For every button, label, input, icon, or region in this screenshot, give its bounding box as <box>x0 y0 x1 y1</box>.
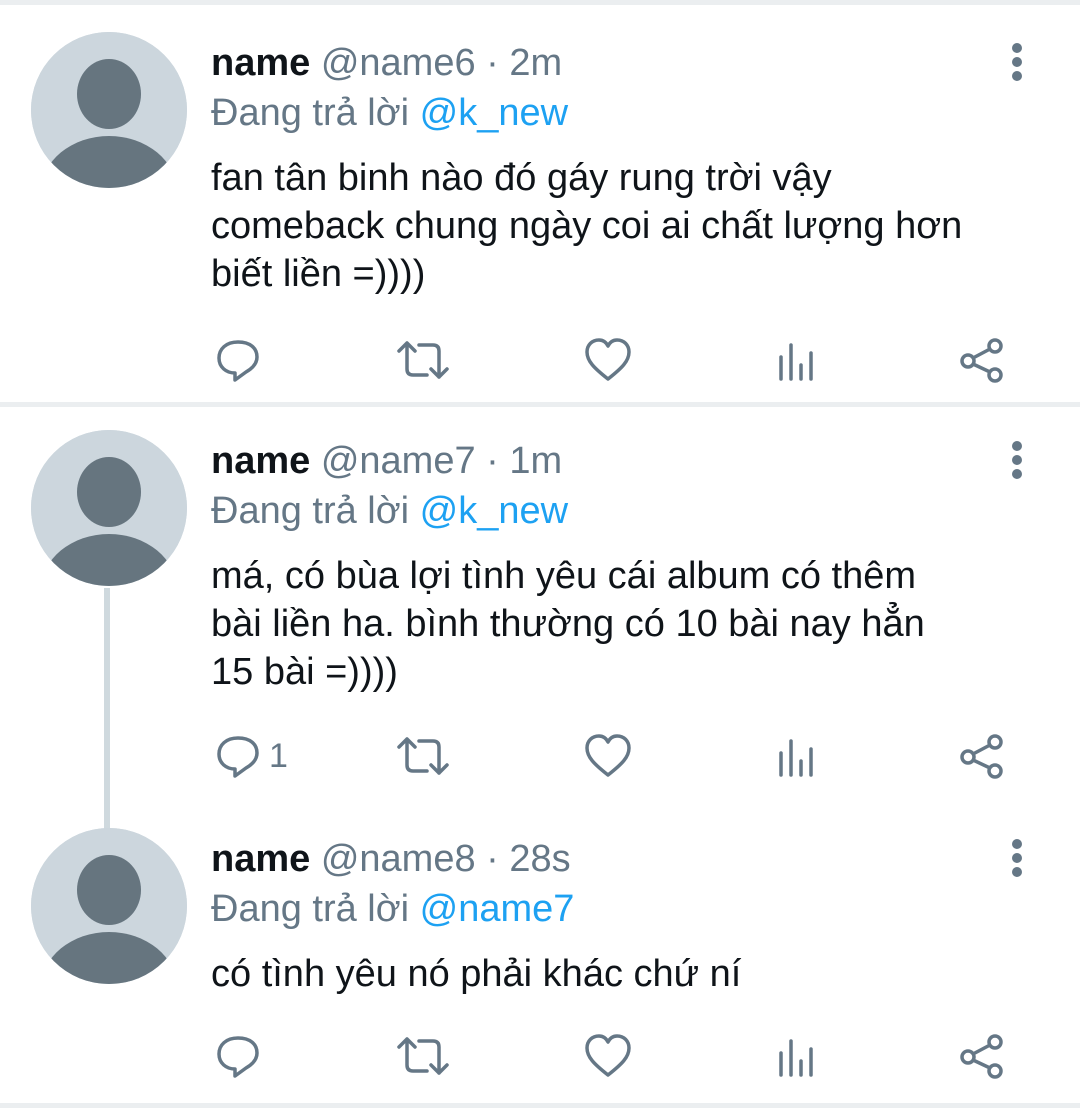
reply-button[interactable]: 1 <box>215 730 288 782</box>
share-icon <box>960 1034 1003 1079</box>
timestamp[interactable]: · 28s <box>486 838 570 880</box>
reply-prefix: Đang trả lời <box>211 888 410 930</box>
analytics-button[interactable] <box>776 1030 816 1082</box>
reply-icon <box>217 1036 259 1078</box>
reply-context: Đang trả lời @name7 <box>211 886 574 932</box>
timestamp[interactable]: · 1m <box>486 440 562 482</box>
avatar[interactable] <box>31 32 187 188</box>
retweet-button[interactable] <box>397 730 449 782</box>
reply-button[interactable] <box>215 1030 269 1082</box>
author-handle[interactable]: @name7 <box>321 440 476 482</box>
tweet-text-line: comeback chung ngày coi ai chất lượng hơ… <box>211 205 963 247</box>
tweet-text-line: 15 bài =)))) <box>211 651 398 693</box>
reply-mention[interactable]: @name7 <box>420 888 575 930</box>
author-name[interactable]: name <box>211 838 310 880</box>
reply-prefix: Đang trả lời <box>211 92 410 134</box>
tweet-text-line: fan tân binh nào đó gáy rung trời vậy <box>211 157 832 199</box>
heart-icon <box>585 338 631 381</box>
reply-icon <box>217 736 259 778</box>
retweet-icon <box>397 341 449 379</box>
share-icon <box>960 734 1003 779</box>
retweet-button[interactable] <box>397 334 449 386</box>
more-options-button[interactable] <box>1000 438 1034 482</box>
tweet-item[interactable]: name @name8 · 28s Đang trả lời @name7 có… <box>0 798 1080 1108</box>
reply-icon <box>217 340 259 382</box>
like-button[interactable] <box>584 1030 632 1082</box>
more-vertical-icon <box>1012 441 1022 479</box>
tweet-header: name @name6 · 2m <box>211 40 562 86</box>
author-name[interactable]: name <box>211 440 310 482</box>
reply-mention[interactable]: @k_new <box>420 490 568 532</box>
author-handle[interactable]: @name8 <box>321 838 476 880</box>
share-button[interactable] <box>959 1030 1005 1082</box>
reply-button[interactable] <box>215 334 269 386</box>
tweet-text-line: biết liền =)))) <box>211 253 426 295</box>
analytics-icon <box>779 1039 813 1077</box>
heart-icon <box>585 734 631 777</box>
reply-context: Đang trả lời @k_new <box>211 90 568 136</box>
reply-context: Đang trả lời @k_new <box>211 488 568 534</box>
author-handle[interactable]: @name6 <box>321 42 476 84</box>
retweet-button[interactable] <box>397 1030 449 1082</box>
default-avatar-icon <box>31 828 187 984</box>
tweet-text-line: có tình yêu nó phải khác chứ ní <box>211 953 742 995</box>
default-avatar-icon <box>31 430 187 586</box>
more-vertical-icon <box>1012 43 1022 81</box>
action-bar <box>211 334 1031 386</box>
author-name[interactable]: name <box>211 42 310 84</box>
heart-icon <box>585 1034 631 1077</box>
tweet-header: name @name8 · 28s <box>211 836 571 882</box>
more-vertical-icon <box>1012 839 1022 877</box>
tweet-text-line: bài liền ha. bình thường có 10 bài nay h… <box>211 603 925 645</box>
tweet-item[interactable]: name @name6 · 2m Đang trả lời @k_new fan… <box>0 2 1080 402</box>
avatar[interactable] <box>31 430 187 586</box>
share-button[interactable] <box>959 730 1005 782</box>
like-button[interactable] <box>584 730 632 782</box>
reply-prefix: Đang trả lời <box>211 490 410 532</box>
retweet-icon <box>397 737 449 775</box>
analytics-button[interactable] <box>776 334 816 386</box>
like-button[interactable] <box>584 334 632 386</box>
share-icon <box>960 338 1003 383</box>
avatar[interactable] <box>31 828 187 984</box>
default-avatar-icon <box>31 32 187 188</box>
tweet-text: má, có bùa lợi tình yêu cái album có thê… <box>211 552 1051 696</box>
tweet-text: có tình yêu nó phải khác chứ ní <box>211 950 1051 998</box>
bottom-divider <box>0 1103 1080 1108</box>
action-bar: 1 <box>211 730 1031 782</box>
tweet-header: name @name7 · 1m <box>211 438 562 484</box>
tweet-text-line: má, có bùa lợi tình yêu cái album có thê… <box>211 555 917 597</box>
tweet-item[interactable]: name @name7 · 1m Đang trả lời @k_new má,… <box>0 400 1080 800</box>
share-button[interactable] <box>959 334 1005 386</box>
action-bar <box>211 1030 1031 1082</box>
timestamp[interactable]: · 2m <box>486 42 562 84</box>
tweet-text: fan tân binh nào đó gáy rung trời vậy co… <box>211 154 1051 298</box>
analytics-icon <box>779 343 813 381</box>
analytics-icon <box>779 739 813 777</box>
more-options-button[interactable] <box>1000 836 1034 880</box>
retweet-icon <box>397 1037 449 1075</box>
reply-mention[interactable]: @k_new <box>420 92 568 134</box>
analytics-button[interactable] <box>776 730 816 782</box>
reply-count: 1 <box>269 737 288 775</box>
more-options-button[interactable] <box>1000 40 1034 84</box>
